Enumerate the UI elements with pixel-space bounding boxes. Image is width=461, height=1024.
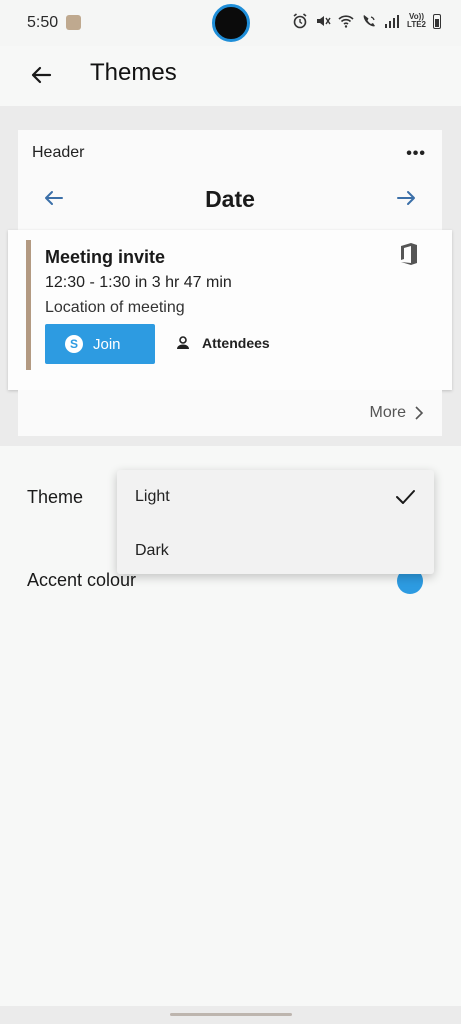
check-icon — [396, 490, 415, 504]
home-gesture-handle[interactable] — [170, 1013, 292, 1016]
front-camera-cutout — [212, 4, 250, 42]
status-time: 5:50 — [27, 14, 59, 31]
volte-label-bottom: LTE2 — [407, 20, 426, 29]
more-options-icon[interactable]: ••• — [406, 146, 426, 162]
chevron-right-icon — [415, 406, 424, 420]
alarm-icon — [293, 13, 307, 29]
status-icons: Vo)) LTE2 — [292, 13, 441, 29]
skype-icon: S — [65, 335, 83, 353]
theme-setting-label[interactable]: Theme — [27, 487, 83, 508]
theme-preview: Header ••• Date Meeting invite 12:30 - 1… — [0, 106, 461, 446]
mute-icon — [317, 16, 331, 26]
status-bar: 5:50 Vo)) LTE2 — [0, 0, 461, 46]
preview-card-footer: More — [18, 390, 442, 436]
more-label: More — [369, 404, 406, 421]
page-title: Themes — [90, 59, 177, 86]
attendees-label: Attendees — [202, 335, 270, 351]
system-nav-bar — [0, 1006, 461, 1024]
join-button[interactable]: S Join — [45, 324, 155, 364]
office-icon — [401, 243, 417, 265]
signal-icon — [385, 15, 400, 28]
wifi-call-icon — [363, 15, 376, 27]
theme-option-light[interactable]: Light — [135, 488, 170, 506]
person-icon — [177, 336, 189, 349]
preview-card-header: Header ••• Date — [18, 130, 442, 234]
app-bar: Themes — [0, 46, 461, 106]
date-title: Date — [205, 186, 255, 212]
more-link[interactable]: More — [370, 404, 424, 422]
meeting-title: Meeting invite — [45, 247, 166, 267]
meeting-location: Location of meeting — [45, 299, 185, 316]
back-arrow-icon[interactable] — [28, 62, 54, 88]
attendees-button[interactable]: Attendees — [176, 335, 270, 351]
volte-icon: Vo)) LTE2 — [407, 13, 426, 29]
meeting-accent-bar — [26, 240, 31, 370]
theme-option-dark[interactable]: Dark — [135, 542, 169, 560]
battery-icon — [433, 13, 441, 29]
theme-dropdown-menu: Light Dark — [117, 470, 434, 574]
join-label: Join — [93, 335, 121, 353]
card-header-label: Header — [32, 144, 85, 161]
meeting-card[interactable]: Meeting invite 12:30 - 1:30 in 3 hr 47 m… — [8, 230, 452, 390]
wifi-icon — [338, 15, 354, 28]
notification-thumbnail-icon — [66, 15, 81, 30]
next-arrow-icon[interactable] — [394, 186, 418, 210]
meeting-time: 12:30 - 1:30 in 3 hr 47 min — [45, 274, 232, 291]
